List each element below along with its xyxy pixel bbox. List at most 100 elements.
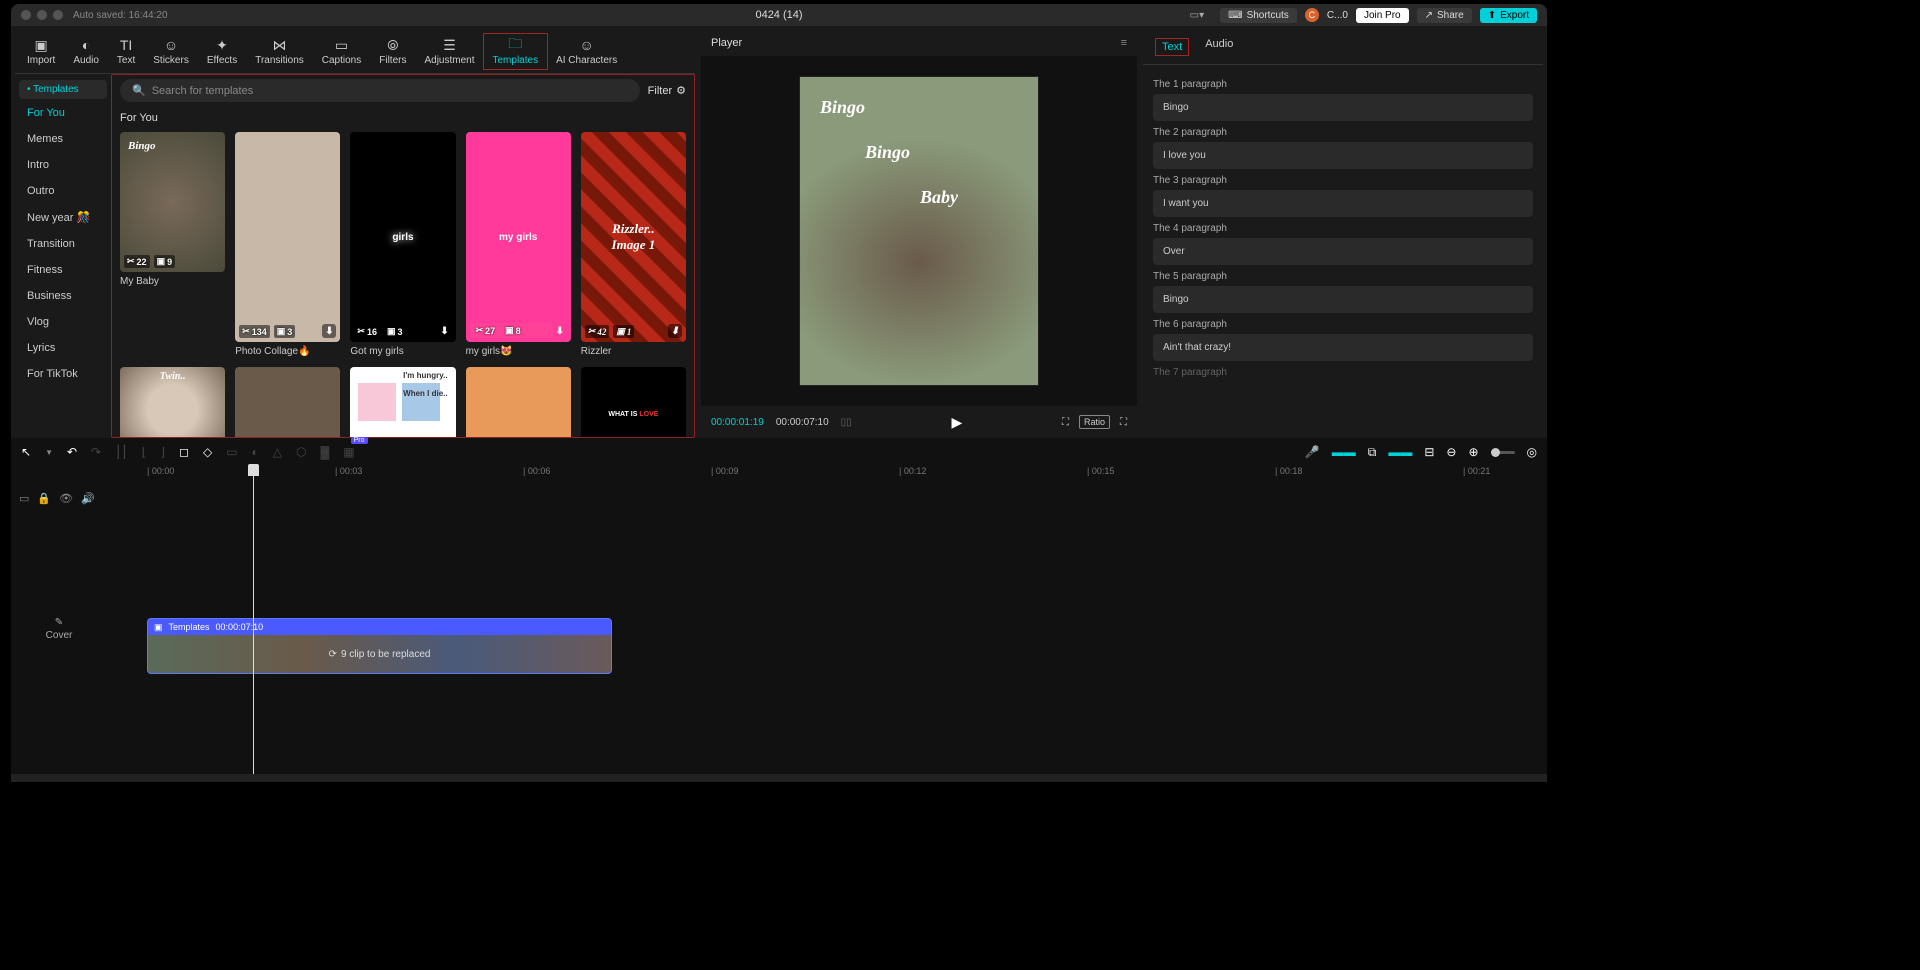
cover-button[interactable]: ✎ Cover [46,617,73,641]
tool-a[interactable]: ▭ [226,445,237,459]
sidebar-item-fitness[interactable]: Fitness [19,258,107,282]
fullscreen-icon[interactable]: ⛶ [1120,417,1127,428]
snap-icon[interactable]: ▬▬ [1388,445,1412,459]
sidebar-item-business[interactable]: Business [19,284,107,308]
download-icon[interactable]: ⬇ [438,324,452,338]
sidebar-item-for-you[interactable]: For You [19,101,107,125]
nav-filters[interactable]: ⦾Filters [371,35,414,68]
sidebar-item-newyear[interactable]: New year 🎊 [19,205,107,230]
template-card[interactable]: ✂134▣3 ⬇ Photo Collage🔥 [235,132,340,357]
marker-tool[interactable]: ◇ [203,445,212,459]
zoom-in-icon[interactable]: ⊕ [1468,445,1478,459]
template-card[interactable]: girls ✂16▣3 ⬇ Got my girls [350,132,455,357]
template-card[interactable]: i am nawht worried [235,367,340,438]
template-card[interactable]: Rizzler.. Image 1 ✂42▣1 ⬇ Rizzler [581,132,686,357]
card-title: My Baby [120,276,225,287]
para-input-4[interactable] [1153,238,1533,265]
sidebar-item-intro[interactable]: Intro [19,153,107,177]
tool-c[interactable]: △ [273,445,282,459]
template-card[interactable]: WHAT IS LOVE [581,367,686,438]
pointer-tool[interactable]: ↖ [21,445,31,459]
nav-text[interactable]: TIText [109,35,143,68]
download-icon[interactable]: ⬇ [553,324,567,338]
timeline-clip[interactable]: ▣ Templates 00:00:07:10 ⟳ 9 clip to be r… [147,618,612,674]
tool-dropdown[interactable]: ▼ [45,448,53,457]
timeline-tracks[interactable]: ▣ Templates 00:00:07:10 ⟳ 9 clip to be r… [107,484,1547,774]
search-input[interactable]: 🔍Search for templates [120,79,640,102]
section-title: For You [120,112,686,124]
zoom-out-icon[interactable]: ⊖ [1446,445,1456,459]
crop-tool[interactable]: ◻ [179,445,189,459]
eye-icon[interactable]: 👁 [59,492,73,505]
nav-templates[interactable]: 🗀Templates [485,35,547,68]
split-left[interactable]: ⌊ [142,445,147,459]
ratio-button[interactable]: Ratio [1079,415,1110,429]
mic-icon[interactable]: 🎤 [1305,445,1320,459]
split-tool[interactable]: ⎮⎮ [115,445,128,459]
sidebar-item-tiktok[interactable]: For TikTok [19,362,107,386]
nav-effects[interactable]: ✦Effects [199,35,245,68]
filter-button[interactable]: Filter ⚙ [648,84,686,97]
nav-transitions[interactable]: ⋈Transitions [247,35,312,68]
sidebar-item-outro[interactable]: Outro [19,179,107,203]
join-pro-button[interactable]: Join Pro [1356,8,1409,23]
para-label: The 3 paragraph [1153,175,1533,186]
timeline-ruler[interactable]: | 00:00 | 00:03 | 00:06 | 00:09 | 00:12 … [11,466,1547,484]
nav-adjustment[interactable]: ☰Adjustment [416,35,482,68]
speaker-icon[interactable]: 🔊 [81,492,95,505]
sidebar-item-transition[interactable]: Transition [19,232,107,256]
shortcuts-button[interactable]: ⌨ Shortcuts [1220,8,1297,23]
card-title: Got my girls [350,346,455,357]
player-menu-icon[interactable]: ≡ [1121,37,1127,49]
scan-icon[interactable]: ⛶ [1062,417,1069,428]
magnet-on-icon[interactable]: ▬▬ [1332,445,1356,459]
download-icon[interactable]: ⬇ [668,324,682,338]
tool-f[interactable]: ▦Pro [343,445,354,459]
nav-audio[interactable]: ◐Audio [65,35,107,68]
nav-captions[interactable]: ▭Captions [314,35,369,68]
template-card[interactable]: I'm hungry.. When I die.. [350,367,455,438]
tab-text[interactable]: Text [1155,38,1189,56]
play-button[interactable]: ▶ [951,414,962,431]
nav-import[interactable]: ▣Import [19,35,63,68]
template-card[interactable]: my girls ✂27▣8 ⬇ my girls😻 [466,132,571,357]
username[interactable]: C...0 [1327,10,1348,21]
sidebar-item-memes[interactable]: Memes [19,127,107,151]
tool-d[interactable]: ⬡ [296,445,306,459]
split-right[interactable]: ⌋ [160,445,165,459]
para-input-5[interactable] [1153,286,1533,313]
playhead[interactable] [253,466,254,774]
para-input-2[interactable] [1153,142,1533,169]
sidebar-item-lyrics[interactable]: Lyrics [19,336,107,360]
sidebar-item-vlog[interactable]: Vlog [19,310,107,334]
tool-e[interactable]: ▓ [321,445,330,459]
avatar[interactable]: C [1305,8,1319,22]
layout-button[interactable]: ▭▾ [1182,8,1212,23]
tab-audio[interactable]: Audio [1205,38,1233,56]
compare-icon[interactable]: ▯▯ [841,417,852,428]
nav-stickers[interactable]: ☺Stickers [145,35,197,68]
para-input-1[interactable] [1153,94,1533,121]
track-toggle-icon[interactable]: ▭ [19,492,29,505]
share-button[interactable]: ↗ Share [1417,8,1472,23]
undo-button[interactable]: ↶ [67,445,77,459]
download-icon[interactable]: ⬇ [322,324,336,338]
template-card[interactable]: Twin.. ✂33▣1 ⬇ Gollum Twin [120,367,225,438]
template-card[interactable]: Bingo ✂22▣9 My Baby [120,132,225,357]
zoom-slider[interactable] [1491,451,1515,454]
para-input-3[interactable] [1153,190,1533,217]
edit-icon: ✎ [55,617,63,628]
sidebar-header[interactable]: • Templates [19,80,107,99]
timeline-scrollbar[interactable] [11,774,1547,782]
link-icon[interactable]: ⧉ [1368,445,1377,460]
align-icon[interactable]: ⊟ [1424,445,1434,459]
video-preview[interactable]: Bingo Bingo Baby [799,76,1039,386]
export-button[interactable]: ⬆ Export [1480,8,1537,23]
tool-b[interactable]: ◐ [252,445,259,459]
template-card[interactable] [466,367,571,438]
lock-icon[interactable]: 🔒 [37,492,51,505]
fit-icon[interactable]: ◎ [1527,445,1537,459]
nav-ai-characters[interactable]: ☺AI Characters [548,35,625,68]
para-input-6[interactable] [1153,334,1533,361]
redo-button[interactable]: ↷ [91,445,101,459]
